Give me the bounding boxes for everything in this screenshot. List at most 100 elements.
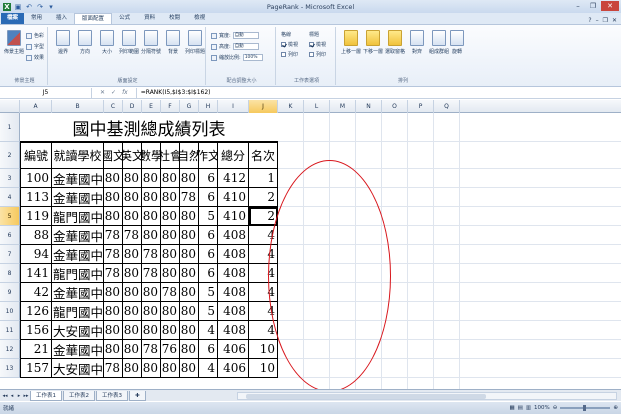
table-cell[interactable]: 80 [161,359,180,378]
table-cell[interactable]: 406 [218,340,249,359]
column-header-E[interactable]: E [142,100,161,113]
column-title-cell[interactable]: 社會 [161,142,180,169]
table-cell[interactable]: 80 [161,302,180,321]
table-cell[interactable]: 119 [20,207,52,226]
table-cell[interactable]: 5 [199,283,218,302]
table-cell[interactable]: 80 [180,302,199,321]
table-cell[interactable]: 80 [142,321,161,340]
table-cell[interactable]: 408 [218,283,249,302]
page-layout-view-icon[interactable]: ▤ [518,405,523,411]
row-header-4[interactable]: 4 [0,188,20,207]
table-cell[interactable]: 80 [123,245,142,264]
column-title-cell[interactable]: 總分 [218,142,249,169]
row-header-1[interactable]: 1 [0,113,20,142]
table-cell[interactable]: 4 [249,226,278,245]
column-title-cell[interactable]: 英文 [123,142,142,169]
table-cell[interactable]: 80 [180,264,199,283]
tab-formulas[interactable]: 公式 [112,13,137,24]
table-cell[interactable]: 4 [199,321,218,340]
column-header-Q[interactable]: Q [434,100,460,113]
column-header-C[interactable]: C [104,100,123,113]
table-cell[interactable]: 6 [199,264,218,283]
table-cell[interactable]: 80 [123,359,142,378]
active-cell[interactable]: 2 [249,207,278,226]
last-sheet-icon[interactable]: ▸▸ [23,393,29,399]
enter-formula-icon[interactable]: ✓ [111,89,116,96]
save-icon[interactable]: ▣ [14,3,22,11]
theme-fonts-button[interactable]: 字型 [26,43,44,50]
select-all-corner[interactable] [0,100,20,113]
table-cell[interactable]: 80 [104,207,123,226]
table-cell[interactable]: 大安國中 [52,359,104,378]
column-header-J[interactable]: J [249,100,278,113]
table-cell[interactable]: 80 [142,359,161,378]
insert-sheet-icon[interactable]: ✚ [129,390,146,401]
table-cell[interactable]: 80 [123,340,142,359]
tab-page-layout[interactable]: 版面配置 [74,13,113,24]
table-cell[interactable]: 80 [142,302,161,321]
table-cell[interactable]: 4 [249,302,278,321]
table-cell[interactable]: 80 [104,340,123,359]
table-cell[interactable]: 龍門國中 [52,264,104,283]
page-break-view-icon[interactable]: ▥ [526,405,531,411]
row-header-11[interactable]: 11 [0,321,20,340]
table-cell[interactable]: 408 [218,245,249,264]
headings-view-checkbox[interactable] [309,42,314,47]
orientation-button[interactable]: 方向 [74,30,96,55]
table-cell[interactable]: 88 [20,226,52,245]
table-cell[interactable]: 141 [20,264,52,283]
table-cell[interactable]: 80 [180,359,199,378]
print-area-button[interactable]: 列印範圍 [118,30,140,55]
column-header-G[interactable]: G [180,100,199,113]
insert-function-icon[interactable]: fx [122,89,128,96]
table-cell[interactable]: 5 [199,302,218,321]
table-cell[interactable]: 78 [104,264,123,283]
row-header-8[interactable]: 8 [0,264,20,283]
table-cell[interactable]: 80 [180,321,199,340]
table-cell[interactable]: 80 [123,207,142,226]
table-cell[interactable]: 78 [142,340,161,359]
column-header-K[interactable]: K [278,100,304,113]
table-cell[interactable]: 78 [123,226,142,245]
table-cell[interactable]: 157 [20,359,52,378]
size-button[interactable]: 大小 [96,30,118,55]
gridlines-print[interactable]: 列印 [281,51,298,58]
table-cell[interactable]: 406 [218,359,249,378]
table-cell[interactable]: 10 [249,359,278,378]
headings-view[interactable]: 檢視 [309,41,326,48]
table-cell[interactable]: 78 [142,264,161,283]
table-cell[interactable]: 80 [161,226,180,245]
table-cell[interactable]: 龍門國中 [52,207,104,226]
table-cell[interactable]: 80 [180,207,199,226]
table-cell[interactable]: 6 [199,169,218,188]
help-icon[interactable]: ? [588,17,591,24]
table-cell[interactable]: 42 [20,283,52,302]
table-cell[interactable]: 408 [218,302,249,321]
column-header-N[interactable]: N [356,100,382,113]
row-header-7[interactable]: 7 [0,245,20,264]
ribbon-minimize-icon[interactable]: – [596,17,599,24]
column-title-cell[interactable]: 編號 [20,142,52,169]
sheet-tab-3[interactable]: 工作表3 [96,390,128,401]
normal-view-icon[interactable]: ▦ [509,405,514,411]
table-cell[interactable]: 金華國中 [52,340,104,359]
scale-spinner[interactable]: 100% [242,54,263,61]
headings-print-checkbox[interactable] [309,52,314,57]
excel-logo-icon[interactable]: X [3,2,11,11]
table-cell[interactable]: 80 [161,245,180,264]
table-cell[interactable]: 80 [180,245,199,264]
table-cell[interactable]: 80 [180,169,199,188]
align-button[interactable]: 對齊 [406,30,428,55]
column-header-F[interactable]: F [161,100,180,113]
prev-sheet-icon[interactable]: ◂ [9,393,15,399]
column-title-cell[interactable]: 國文 [104,142,123,169]
tab-file[interactable]: 檔案 [1,13,25,24]
table-cell[interactable]: 80 [161,207,180,226]
column-header-O[interactable]: O [382,100,408,113]
row-header-13[interactable]: 13 [0,359,20,378]
minimize-button[interactable]: – [571,1,585,11]
table-cell[interactable]: 76 [161,340,180,359]
column-header-I[interactable]: I [218,100,249,113]
table-cell[interactable]: 80 [142,207,161,226]
column-title-cell[interactable]: 自然 [180,142,199,169]
